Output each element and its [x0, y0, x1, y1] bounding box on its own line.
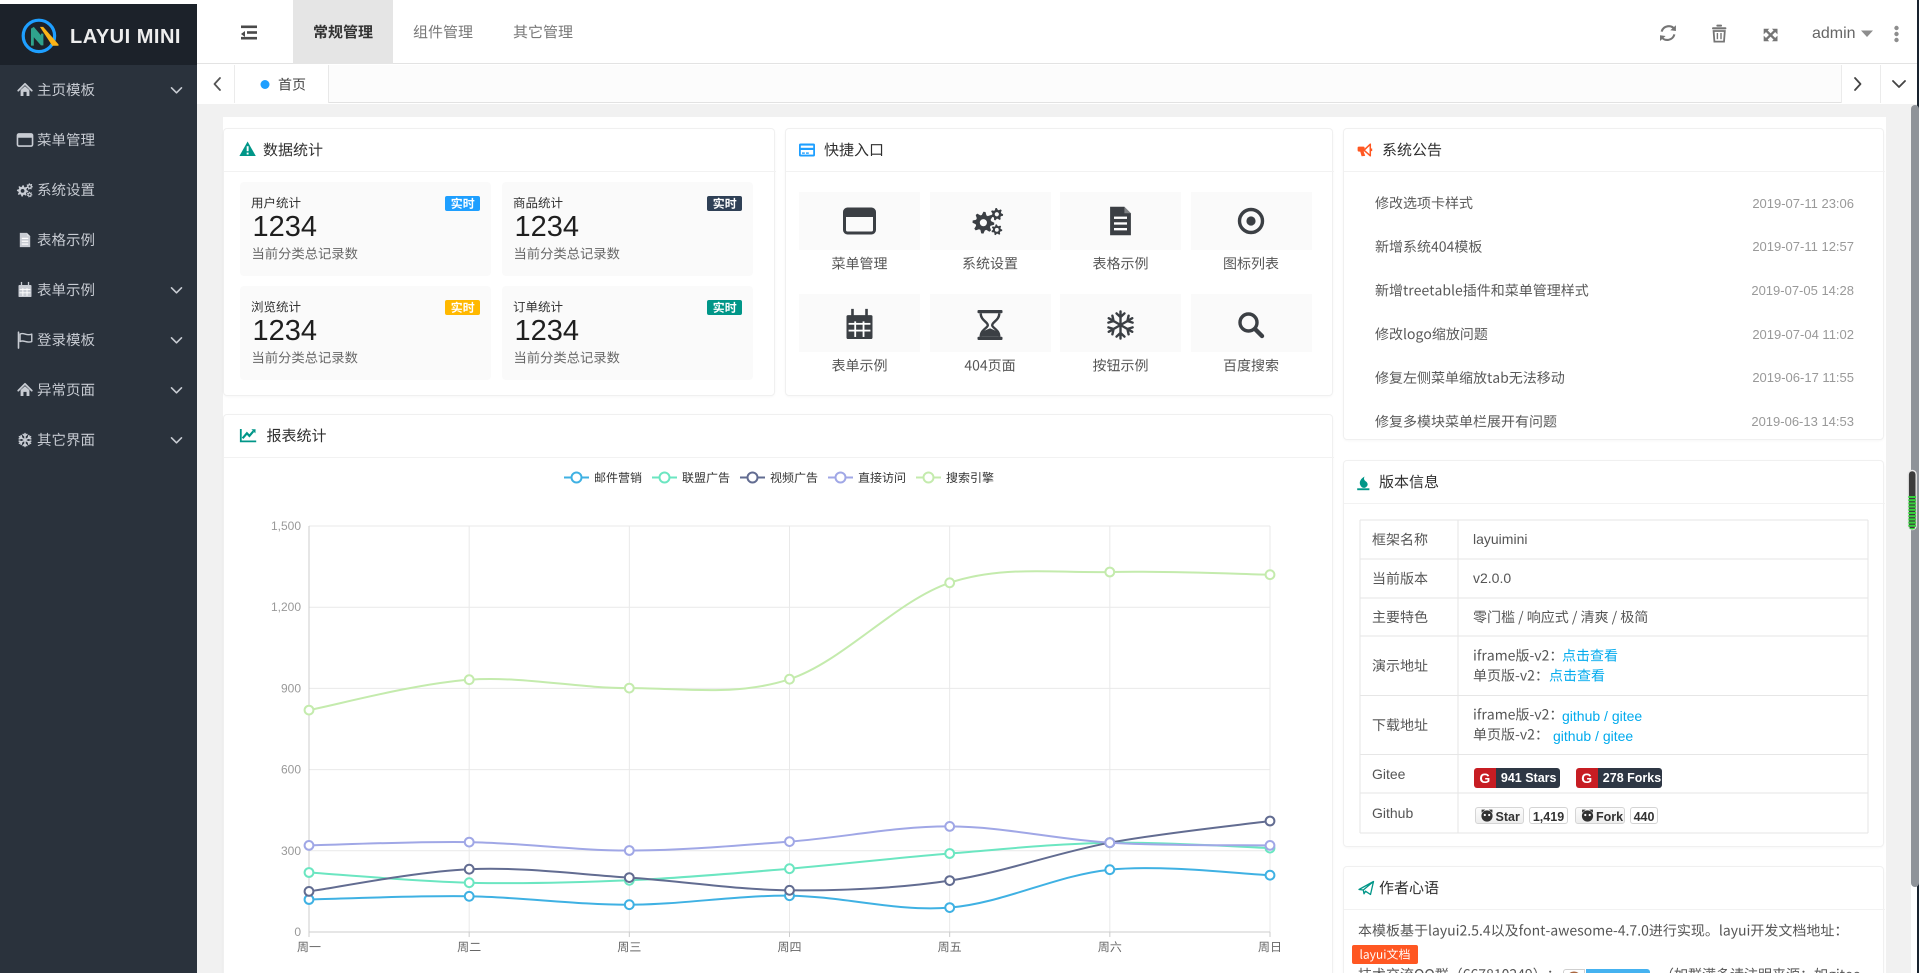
svg-text:300: 300 — [281, 844, 301, 858]
svg-text:1,500: 1,500 — [271, 519, 301, 533]
svg-text:1,200: 1,200 — [271, 600, 301, 614]
svg-text:900: 900 — [281, 681, 301, 695]
svg-text:600: 600 — [281, 763, 301, 777]
svg-text:0: 0 — [294, 925, 301, 939]
